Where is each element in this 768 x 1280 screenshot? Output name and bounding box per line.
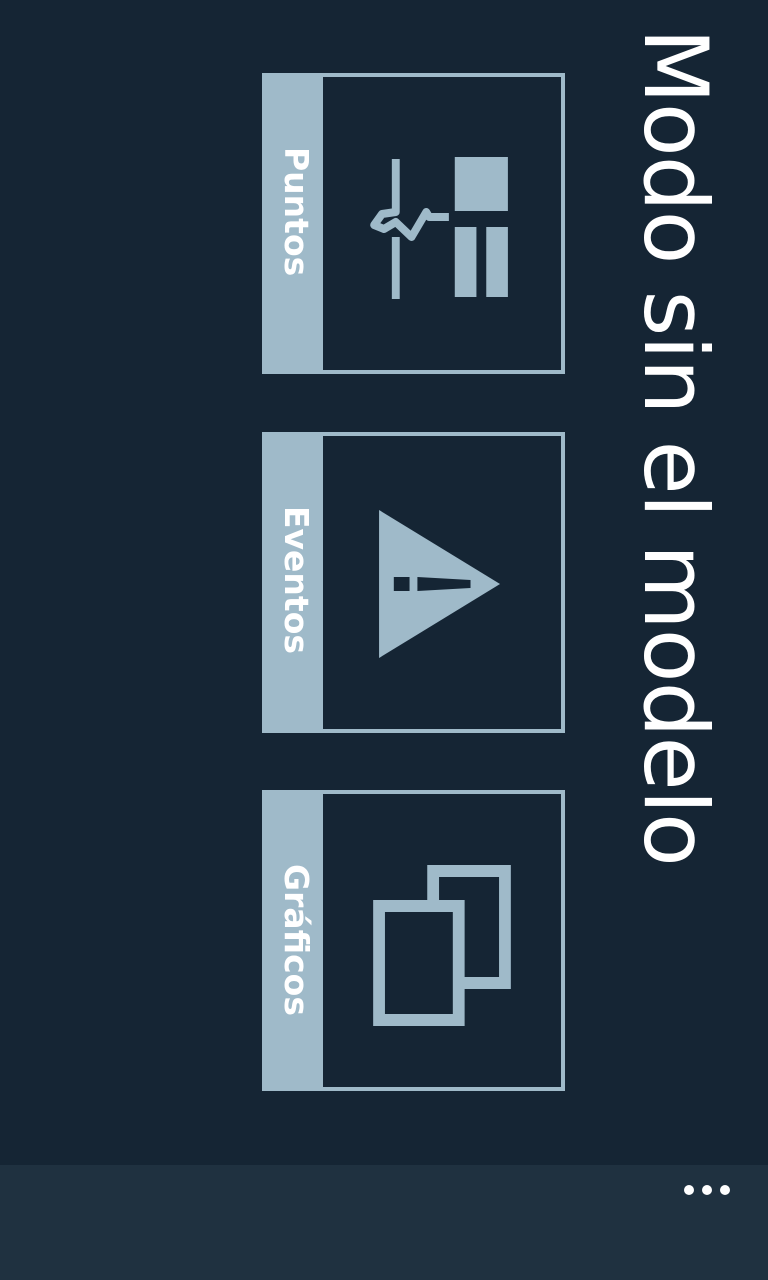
app-bar: [0, 1165, 768, 1280]
tile-label-puntos: Puntos: [277, 147, 316, 277]
page-title: Modo sin el modelo: [624, 28, 727, 866]
tile-label-bar: Puntos: [266, 77, 323, 370]
tile-label-bar: Eventos: [266, 436, 323, 729]
points-waveform-icon: [323, 77, 561, 370]
tile-label-graficos: Gráficos: [277, 864, 316, 1016]
overlapping-windows-icon: [323, 794, 561, 1087]
tile-graficos[interactable]: Gráficos: [262, 790, 565, 1091]
more-ellipsis-icon[interactable]: [684, 1177, 732, 1201]
tile-eventos[interactable]: Eventos: [262, 432, 565, 733]
tile-puntos[interactable]: Puntos: [262, 73, 565, 374]
tile-label-bar: Gráficos: [266, 794, 323, 1087]
tile-label-eventos: Eventos: [277, 506, 316, 655]
warning-triangle-icon: [323, 436, 561, 729]
